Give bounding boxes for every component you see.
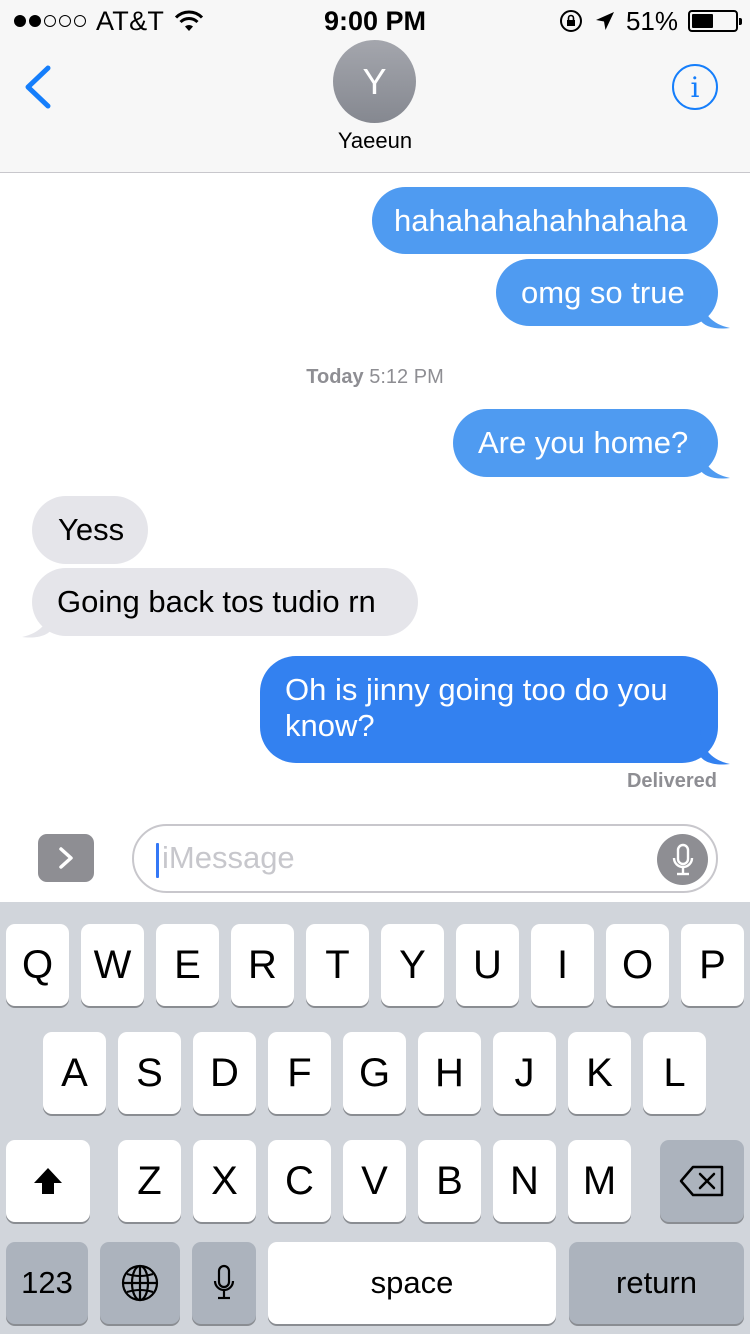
message-text-line: Oh is jinny going too do you xyxy=(285,672,668,707)
message-timestamp: Today 5:12 PM xyxy=(0,366,750,389)
globe-icon xyxy=(121,1264,159,1302)
key-g[interactable]: G xyxy=(343,1032,406,1114)
battery-percent: 51% xyxy=(625,5,678,36)
dictation-key[interactable] xyxy=(192,1242,256,1324)
key-e[interactable]: E xyxy=(156,924,219,1006)
location-arrow-icon xyxy=(595,12,614,30)
key-x[interactable]: X xyxy=(193,1140,256,1222)
sent-message-bubble[interactable]: omg so true xyxy=(496,259,718,326)
input-placeholder: iMessage xyxy=(162,840,295,875)
chevron-left-icon xyxy=(25,65,51,109)
message-text-line: know? xyxy=(285,708,375,743)
shift-key[interactable] xyxy=(6,1140,90,1222)
key-l[interactable]: L xyxy=(643,1032,706,1114)
sent-imessage-bubble[interactable]: Oh is jinny going too do you know? xyxy=(260,656,718,763)
key-z[interactable]: Z xyxy=(118,1140,181,1222)
sent-message-bubble[interactable]: Are you home? xyxy=(453,409,718,477)
key-r[interactable]: R xyxy=(231,924,294,1006)
key-v[interactable]: V xyxy=(343,1140,406,1222)
received-message-bubble[interactable]: Yess xyxy=(32,496,148,564)
key-h[interactable]: H xyxy=(418,1032,481,1114)
microphone-icon xyxy=(213,1264,235,1300)
backspace-icon xyxy=(679,1165,724,1197)
globe-key[interactable] xyxy=(100,1242,180,1324)
bubble-tail xyxy=(700,444,730,479)
key-f[interactable]: F xyxy=(268,1032,331,1114)
orientation-lock-icon xyxy=(559,10,582,32)
message-text: omg so true xyxy=(521,275,685,310)
message-text: hahahahahahhahaha xyxy=(394,203,688,238)
key-d[interactable]: D xyxy=(193,1032,256,1114)
status-bar: AT&T 9:00 PM 51% xyxy=(0,0,750,40)
contact-name[interactable]: Yaeeun xyxy=(0,128,750,154)
keyboard: Q W E R T Y U I O P A S D F G H J K L Z … xyxy=(0,902,750,1334)
return-key[interactable]: return xyxy=(569,1242,744,1324)
battery-fill xyxy=(692,14,713,28)
microphone-icon xyxy=(672,843,693,875)
key-k[interactable]: K xyxy=(568,1032,631,1114)
status-right: 51% xyxy=(558,5,742,36)
back-button[interactable] xyxy=(20,62,60,112)
info-button[interactable]: i xyxy=(672,64,718,110)
key-j[interactable]: J xyxy=(493,1032,556,1114)
key-u[interactable]: U xyxy=(456,924,519,1006)
message-text: Are you home? xyxy=(478,425,689,460)
bubble-tail xyxy=(700,730,730,765)
key-i[interactable]: I xyxy=(531,924,594,1006)
space-key[interactable]: space xyxy=(268,1242,556,1324)
key-n[interactable]: N xyxy=(493,1140,556,1222)
bubble-tail xyxy=(700,294,730,329)
key-c[interactable]: C xyxy=(268,1140,331,1222)
key-t[interactable]: T xyxy=(306,924,369,1006)
app-drawer-button[interactable] xyxy=(38,834,94,882)
timestamp-day: Today xyxy=(306,366,364,388)
key-m[interactable]: M xyxy=(568,1140,631,1222)
battery-icon xyxy=(688,10,742,32)
bubble-tail xyxy=(22,603,52,638)
text-cursor xyxy=(156,843,159,878)
timestamp-time: 5:12 PM xyxy=(369,366,444,388)
info-icon: i xyxy=(690,70,700,104)
key-q[interactable]: Q xyxy=(6,924,69,1006)
numbers-key[interactable]: 123 xyxy=(6,1242,88,1324)
sent-message-bubble[interactable]: hahahahahahhahaha xyxy=(372,187,718,254)
key-b[interactable]: B xyxy=(418,1140,481,1222)
key-a[interactable]: A xyxy=(43,1032,106,1114)
key-w[interactable]: W xyxy=(81,924,144,1006)
key-p[interactable]: P xyxy=(681,924,744,1006)
received-message-bubble[interactable]: Going back tos tudio rn xyxy=(32,568,418,636)
key-y[interactable]: Y xyxy=(381,924,444,1006)
chevron-right-icon xyxy=(59,847,73,869)
delete-key[interactable] xyxy=(660,1140,744,1222)
delivered-status: Delivered xyxy=(626,770,717,792)
key-s[interactable]: S xyxy=(118,1032,181,1114)
shift-arrow-icon xyxy=(34,1168,62,1194)
message-text: Yess xyxy=(58,512,125,547)
dictation-button[interactable] xyxy=(657,834,708,885)
contact-avatar[interactable]: Y xyxy=(333,40,416,123)
imessage-input[interactable]: iMessage xyxy=(132,824,718,893)
key-o[interactable]: O xyxy=(606,924,669,1006)
message-text: Going back tos tudio rn xyxy=(57,584,376,619)
